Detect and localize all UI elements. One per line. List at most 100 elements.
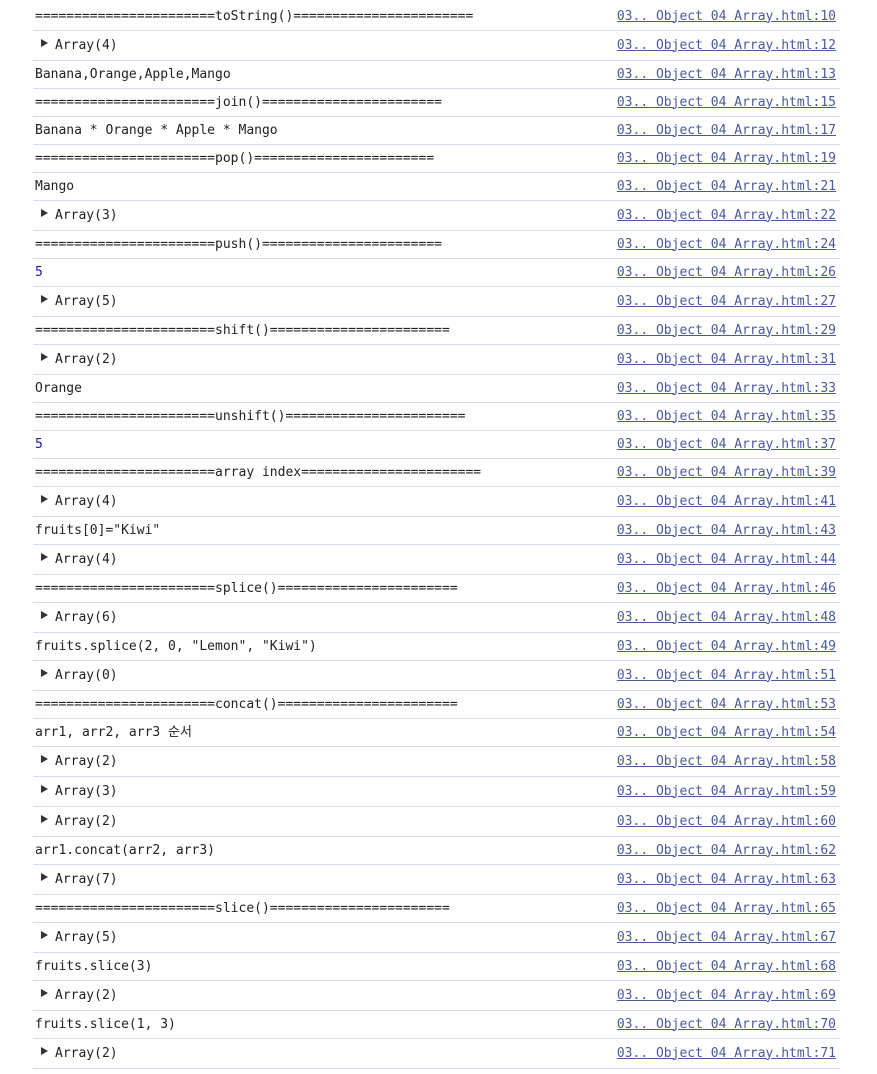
console-object-message[interactable]: Array(0) <box>35 668 118 684</box>
source-link[interactable]: 03.. Object 04 Array.html:49 <box>617 639 836 655</box>
console-object-message[interactable]: Array(4) <box>35 552 118 568</box>
console-row: Orange 03.. Object 04 Array.html:33 <box>33 375 840 403</box>
source-link[interactable]: 03.. Object 04 Array.html:65 <box>617 901 836 917</box>
source-link[interactable]: 03.. Object 04 Array.html:60 <box>617 814 836 830</box>
console-object-message[interactable]: Array(4) <box>35 38 118 54</box>
console-message-text: arr1.concat(arr2, arr3) <box>35 842 216 858</box>
console-row: Array(4) 03.. Object 04 Array.html:41 <box>33 487 840 517</box>
source-link[interactable]: 03.. Object 04 Array.html:67 <box>617 930 836 946</box>
console-log-list: =======================toString()=======… <box>33 3 840 1069</box>
console-object-message[interactable]: Array(3) <box>35 208 118 224</box>
console-message: fruits.slice(1, 3) <box>35 1017 176 1033</box>
console-object-message[interactable]: Array(7) <box>35 872 118 888</box>
console-row: Banana,Orange,Apple,Mango 03.. Object 04 … <box>33 61 840 89</box>
console-message: Banana,Orange,Apple,Mango <box>35 67 231 83</box>
console-object-message[interactable]: Array(5) <box>35 294 118 310</box>
console-row: =======================push()===========… <box>33 231 840 259</box>
console-message-text: 5 <box>35 264 43 280</box>
console-message-text: =======================splice()=========… <box>35 580 458 596</box>
console-message-text: Array(4) <box>55 37 118 53</box>
source-link[interactable]: 03.. Object 04 Array.html:35 <box>617 409 836 425</box>
source-link[interactable]: 03.. Object 04 Array.html:13 <box>617 67 836 83</box>
console-message-text: Array(0) <box>55 667 118 683</box>
console-row: Array(3) 03.. Object 04 Array.html:22 <box>33 201 840 231</box>
source-link[interactable]: 03.. Object 04 Array.html:59 <box>617 784 836 800</box>
source-link[interactable]: 03.. Object 04 Array.html:48 <box>617 610 836 626</box>
source-link[interactable]: 03.. Object 04 Array.html:22 <box>617 208 836 224</box>
source-link[interactable]: 03.. Object 04 Array.html:71 <box>617 1046 836 1062</box>
console-row: =======================array index======… <box>33 459 840 487</box>
console-message: =======================shift()==========… <box>35 323 450 339</box>
source-link[interactable]: 03.. Object 04 Array.html:54 <box>617 725 836 741</box>
console-message: =======================join()===========… <box>35 95 442 111</box>
console-message: =======================slice()==========… <box>35 901 450 917</box>
console-message-text: Array(2) <box>55 813 118 829</box>
console-object-message[interactable]: Array(5) <box>35 930 118 946</box>
console-object-message[interactable]: Array(2) <box>35 814 118 830</box>
source-link[interactable]: 03.. Object 04 Array.html:51 <box>617 668 836 684</box>
console-row: Array(4) 03.. Object 04 Array.html:44 <box>33 545 840 575</box>
source-link[interactable]: 03.. Object 04 Array.html:43 <box>617 523 836 539</box>
source-link[interactable]: 03.. Object 04 Array.html:53 <box>617 697 836 713</box>
source-link[interactable]: 03.. Object 04 Array.html:70 <box>617 1017 836 1033</box>
source-link[interactable]: 03.. Object 04 Array.html:12 <box>617 38 836 54</box>
console-object-message[interactable]: Array(2) <box>35 754 118 770</box>
console-object-message[interactable]: Array(3) <box>35 784 118 800</box>
console-row: fruits.splice(2, 0, "Lemon", "Kiwi") 03..… <box>33 633 840 661</box>
console-message-text: 5 <box>35 436 43 452</box>
console-row: =======================unshift()========… <box>33 403 840 431</box>
source-link[interactable]: 03.. Object 04 Array.html:68 <box>617 959 836 975</box>
source-link[interactable]: 03.. Object 04 Array.html:29 <box>617 323 836 339</box>
console-message: =======================toString()=======… <box>35 9 473 25</box>
console-message-text: fruits.slice(3) <box>35 958 153 974</box>
console-message-text: fruits[0]="Kiwi" <box>35 522 161 538</box>
console-message-text: fruits.splice(2, 0, "Lemon", "Kiwi") <box>35 638 317 654</box>
console-message-text: Mango <box>35 178 75 194</box>
console-object-message[interactable]: Array(4) <box>35 494 118 510</box>
console-message-text: Banana,Orange,Apple,Mango <box>35 66 231 82</box>
console-object-message[interactable]: Array(6) <box>35 610 118 626</box>
console-message: Mango <box>35 179 74 195</box>
source-link[interactable]: 03.. Object 04 Array.html:39 <box>617 465 836 481</box>
source-link[interactable]: 03.. Object 04 Array.html:24 <box>617 237 836 253</box>
source-link[interactable]: 03.. Object 04 Array.html:10 <box>617 9 836 25</box>
console-row: Banana * Orange * Apple * Mango 03.. Obje… <box>33 117 840 145</box>
source-link[interactable]: 03.. Object 04 Array.html:41 <box>617 494 836 510</box>
console-row: Array(2) 03.. Object 04 Array.html:71 <box>33 1039 840 1069</box>
source-link[interactable]: 03.. Object 04 Array.html:44 <box>617 552 836 568</box>
source-link[interactable]: 03.. Object 04 Array.html:62 <box>617 843 836 859</box>
source-link[interactable]: 03.. Object 04 Array.html:69 <box>617 988 836 1004</box>
console-message: 5 <box>35 265 43 281</box>
console-object-message[interactable]: Array(2) <box>35 1046 118 1062</box>
console-row: 5 03.. Object 04 Array.html:26 <box>33 259 840 287</box>
console-message-text: fruits.slice(1, 3) <box>35 1016 176 1032</box>
console-row: =======================shift()==========… <box>33 317 840 345</box>
console-row: Array(2) 03.. Object 04 Array.html:31 <box>33 345 840 375</box>
console-object-message[interactable]: Array(2) <box>35 988 118 1004</box>
console-row: fruits.slice(1, 3) 03.. Object 04 Array.h… <box>33 1011 840 1039</box>
console-message-text: Array(7) <box>55 871 118 887</box>
source-link[interactable]: 03.. Object 04 Array.html:15 <box>617 95 836 111</box>
console-message: =======================unshift()========… <box>35 409 465 425</box>
source-link[interactable]: 03.. Object 04 Array.html:63 <box>617 872 836 888</box>
console-row: Array(4) 03.. Object 04 Array.html:12 <box>33 31 840 61</box>
console-message: Banana * Orange * Apple * Mango <box>35 123 278 139</box>
source-link[interactable]: 03.. Object 04 Array.html:26 <box>617 265 836 281</box>
source-link[interactable]: 03.. Object 04 Array.html:37 <box>617 437 836 453</box>
console-row: Array(5) 03.. Object 04 Array.html:27 <box>33 287 840 317</box>
console-message: arr1, arr2, arr3 순서 <box>35 725 192 741</box>
console-row: Array(7) 03.. Object 04 Array.html:63 <box>33 865 840 895</box>
console-row: =======================splice()=========… <box>33 575 840 603</box>
console-row: Array(3) 03.. Object 04 Array.html:59 <box>33 777 840 807</box>
source-link[interactable]: 03.. Object 04 Array.html:31 <box>617 352 836 368</box>
console-message-text: =======================unshift()========… <box>35 408 466 424</box>
source-link[interactable]: 03.. Object 04 Array.html:58 <box>617 754 836 770</box>
console-object-message[interactable]: Array(2) <box>35 352 118 368</box>
source-link[interactable]: 03.. Object 04 Array.html:19 <box>617 151 836 167</box>
source-link[interactable]: 03.. Object 04 Array.html:46 <box>617 581 836 597</box>
source-link[interactable]: 03.. Object 04 Array.html:17 <box>617 123 836 139</box>
source-link[interactable]: 03.. Object 04 Array.html:21 <box>617 179 836 195</box>
source-link[interactable]: 03.. Object 04 Array.html:27 <box>617 294 836 310</box>
source-link[interactable]: 03.. Object 04 Array.html:33 <box>617 381 836 397</box>
console-row: Array(0) 03.. Object 04 Array.html:51 <box>33 661 840 691</box>
